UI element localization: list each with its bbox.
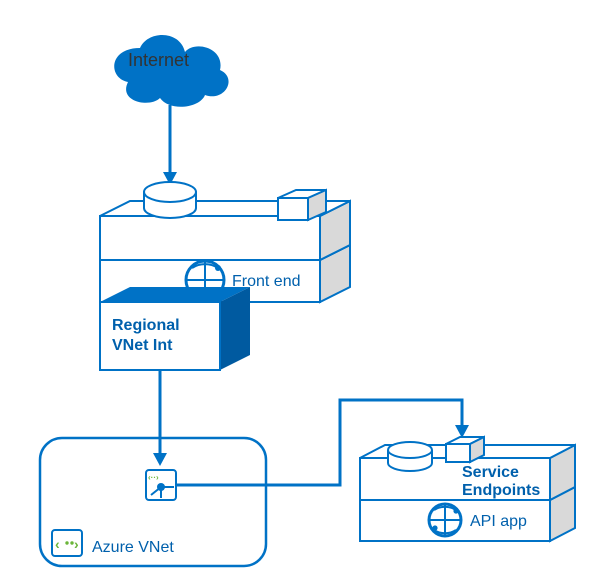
arrow-internet-to-frontend <box>163 105 177 185</box>
internet-cloud-icon <box>114 35 228 107</box>
regional-vnet-label-1: Regional <box>112 317 180 334</box>
internet-label: Internet <box>128 50 189 70</box>
service-endpoints-label-1: Service <box>462 464 519 481</box>
api-app-label: API app <box>470 513 527 530</box>
svg-text:›: › <box>74 536 79 552</box>
architecture-diagram: Internet <box>0 0 600 583</box>
arrow-regional-to-vnet <box>153 370 167 466</box>
vnet-endpoint-icon: ‹··› <box>146 470 176 500</box>
appservice-icon <box>429 504 461 536</box>
azure-vnet-box: ‹ › Azure VNet ‹··› <box>40 438 266 566</box>
api-appservice: Service Endpoints API app <box>360 437 575 541</box>
svg-text:‹: ‹ <box>55 536 60 552</box>
frontend-appservice: Front end <box>100 182 350 302</box>
regional-vnet-label-2: VNet Int <box>112 337 173 354</box>
vnet-icon: ‹ › <box>52 530 82 556</box>
svg-text:‹··›: ‹··› <box>148 473 159 482</box>
service-endpoints-label-2: Endpoints <box>462 482 540 499</box>
azure-vnet-label: Azure VNet <box>92 539 174 556</box>
regional-vnet-integration: Regional VNet Int <box>100 287 250 370</box>
